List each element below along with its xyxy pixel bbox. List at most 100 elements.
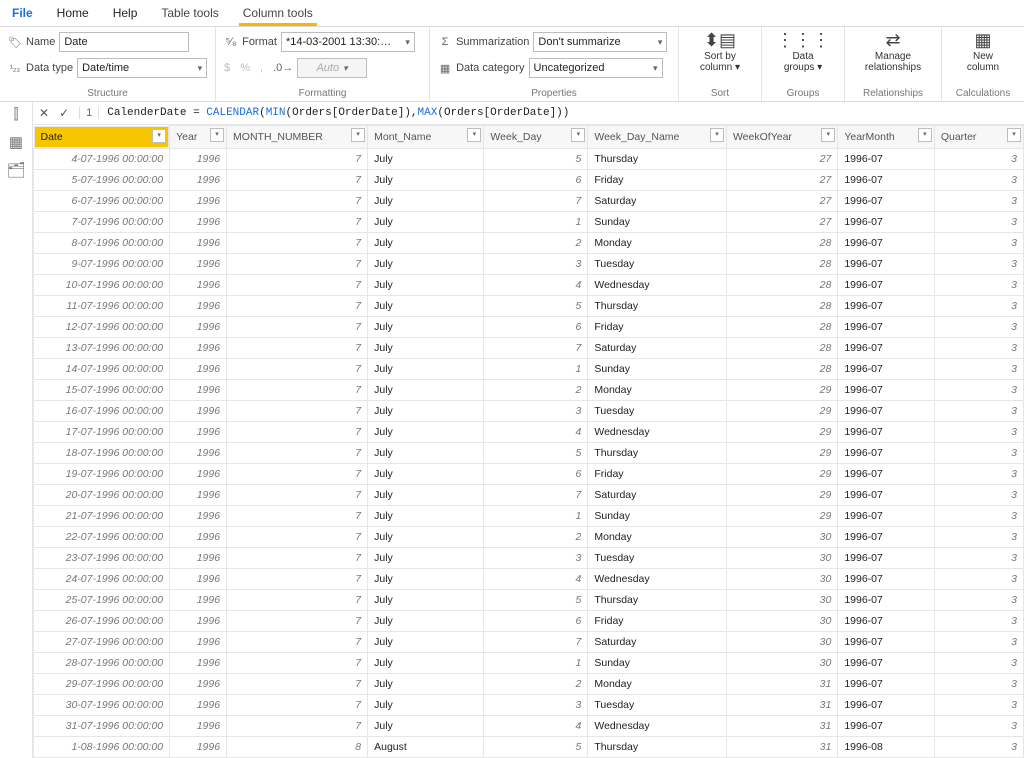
filter-icon[interactable]: ▾ — [351, 128, 365, 142]
cell[interactable]: 6 — [484, 610, 588, 631]
cell[interactable]: 5-07-1996 00:00:00 — [34, 169, 170, 190]
cell[interactable]: 1996 — [170, 694, 227, 715]
cell[interactable]: 1996 — [170, 715, 227, 736]
cell[interactable]: Monday — [588, 379, 727, 400]
cell[interactable]: 18-07-1996 00:00:00 — [34, 442, 170, 463]
cell[interactable]: 3 — [934, 442, 1023, 463]
table-row[interactable]: 23-07-1996 00:00:0019967July3Tuesday3019… — [34, 547, 1024, 568]
cell[interactable]: Monday — [588, 526, 727, 547]
cell[interactable]: 7 — [227, 400, 368, 421]
cell[interactable]: 11-07-1996 00:00:00 — [34, 295, 170, 316]
column-header[interactable]: Mont_Name▾ — [368, 126, 484, 149]
cell[interactable]: July — [368, 463, 484, 484]
cell[interactable]: 3 — [934, 274, 1023, 295]
cell[interactable]: 3 — [484, 253, 588, 274]
cell[interactable]: July — [368, 694, 484, 715]
cell[interactable]: 28 — [726, 337, 837, 358]
thousands-button[interactable]: , — [260, 62, 263, 74]
cell[interactable]: 1996-07 — [838, 211, 935, 232]
cell[interactable]: 30 — [726, 568, 837, 589]
cell[interactable]: 7 — [484, 337, 588, 358]
cell[interactable]: 31 — [726, 736, 837, 757]
cell[interactable]: 1996 — [170, 337, 227, 358]
filter-icon[interactable]: ▾ — [210, 128, 224, 142]
cell[interactable]: 7 — [227, 463, 368, 484]
cancel-icon[interactable]: ✕ — [39, 106, 51, 120]
cell[interactable]: Saturday — [588, 484, 727, 505]
cell[interactable]: 3 — [934, 358, 1023, 379]
cell[interactable]: 10-07-1996 00:00:00 — [34, 274, 170, 295]
cell[interactable]: 30-07-1996 00:00:00 — [34, 694, 170, 715]
cell[interactable]: 1996 — [170, 274, 227, 295]
table-row[interactable]: 10-07-1996 00:00:0019967July4Wednesday28… — [34, 274, 1024, 295]
cell[interactable]: Thursday — [588, 295, 727, 316]
cell[interactable]: 7 — [227, 568, 368, 589]
cell[interactable]: 1996 — [170, 400, 227, 421]
cell[interactable]: Sunday — [588, 211, 727, 232]
cell[interactable]: 16-07-1996 00:00:00 — [34, 400, 170, 421]
cell[interactable]: 4 — [484, 274, 588, 295]
data-grid[interactable]: Date▾Year▾MONTH_NUMBER▾Mont_Name▾Week_Da… — [33, 125, 1024, 758]
cell[interactable]: Monday — [588, 673, 727, 694]
cell[interactable]: 1 — [484, 358, 588, 379]
cell[interactable]: August — [368, 736, 484, 757]
cell[interactable]: 1996-07 — [838, 358, 935, 379]
cell[interactable]: 31 — [726, 694, 837, 715]
cell[interactable]: 30 — [726, 631, 837, 652]
cell[interactable]: 1996-07 — [838, 589, 935, 610]
model-view-icon[interactable]: 🗂 — [6, 161, 25, 179]
cell[interactable]: 7 — [227, 253, 368, 274]
filter-icon[interactable]: ▾ — [1007, 128, 1021, 142]
table-row[interactable]: 28-07-1996 00:00:0019967July1Sunday30199… — [34, 652, 1024, 673]
cell[interactable]: 3 — [934, 316, 1023, 337]
cell[interactable]: Friday — [588, 463, 727, 484]
cell[interactable]: 2 — [484, 526, 588, 547]
data-groups-button[interactable]: ⋮⋮⋮ Data groups ▾ — [770, 31, 836, 73]
cell[interactable]: 1996 — [170, 190, 227, 211]
cell[interactable]: 7 — [227, 379, 368, 400]
cell[interactable]: 1996 — [170, 316, 227, 337]
cell[interactable]: July — [368, 421, 484, 442]
cell[interactable]: 1996 — [170, 379, 227, 400]
filter-icon[interactable]: ▾ — [918, 128, 932, 142]
cell[interactable]: 6 — [484, 316, 588, 337]
table-row[interactable]: 29-07-1996 00:00:0019967July2Monday31199… — [34, 673, 1024, 694]
cell[interactable]: 9-07-1996 00:00:00 — [34, 253, 170, 274]
cell[interactable]: 7 — [227, 316, 368, 337]
cell[interactable]: 14-07-1996 00:00:00 — [34, 358, 170, 379]
table-row[interactable]: 16-07-1996 00:00:0019967July3Tuesday2919… — [34, 400, 1024, 421]
cell[interactable]: 5 — [484, 589, 588, 610]
cell[interactable]: 1996 — [170, 421, 227, 442]
cell[interactable]: 7-07-1996 00:00:00 — [34, 211, 170, 232]
cell[interactable]: 8 — [227, 736, 368, 757]
cell[interactable]: July — [368, 652, 484, 673]
cell[interactable]: 29 — [726, 421, 837, 442]
cell[interactable]: 1996 — [170, 610, 227, 631]
cell[interactable]: Tuesday — [588, 547, 727, 568]
cell[interactable]: Wednesday — [588, 274, 727, 295]
cell[interactable]: 5 — [484, 442, 588, 463]
cell[interactable]: 1996-07 — [838, 505, 935, 526]
cell[interactable]: Wednesday — [588, 421, 727, 442]
cell[interactable]: 3 — [934, 673, 1023, 694]
currency-button[interactable]: $ — [224, 62, 230, 74]
cell[interactable]: 29 — [726, 379, 837, 400]
cell[interactable]: Wednesday — [588, 568, 727, 589]
cell[interactable]: Saturday — [588, 190, 727, 211]
cell[interactable]: 25-07-1996 00:00:00 — [34, 589, 170, 610]
cell[interactable]: 6-07-1996 00:00:00 — [34, 190, 170, 211]
cell[interactable]: 1 — [484, 211, 588, 232]
cell[interactable]: 3 — [934, 295, 1023, 316]
menu-home[interactable]: Home — [45, 0, 101, 26]
cell[interactable]: July — [368, 232, 484, 253]
cell[interactable]: July — [368, 547, 484, 568]
cell[interactable]: 12-07-1996 00:00:00 — [34, 316, 170, 337]
cell[interactable]: 27 — [726, 211, 837, 232]
cell[interactable]: Sunday — [588, 505, 727, 526]
cell[interactable]: 7 — [227, 505, 368, 526]
cell[interactable]: 27 — [726, 190, 837, 211]
cell[interactable]: 1996 — [170, 148, 227, 169]
report-view-icon[interactable]: ⫿ — [14, 106, 19, 123]
cell[interactable]: 1996-07 — [838, 253, 935, 274]
percent-button[interactable]: % — [240, 62, 250, 74]
